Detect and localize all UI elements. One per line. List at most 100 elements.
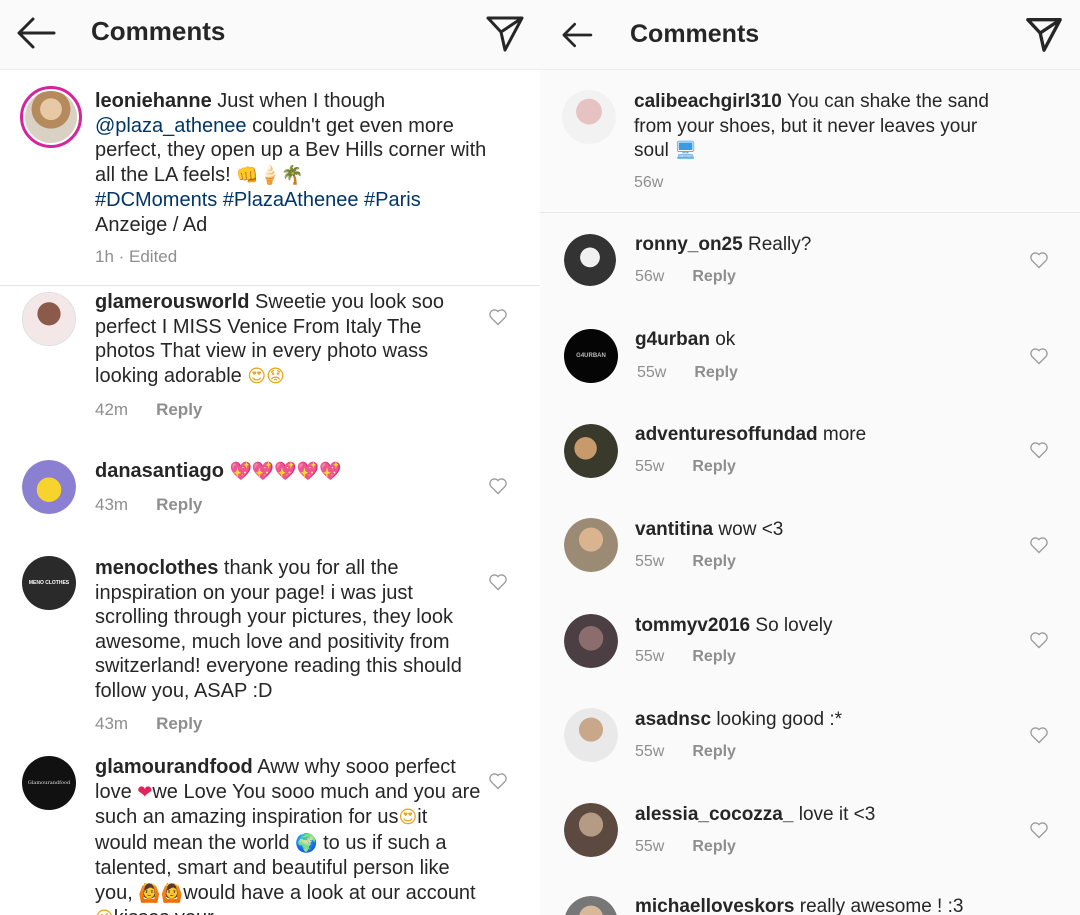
- comment-username[interactable]: adventuresoffundad: [635, 424, 818, 445]
- comment-username[interactable]: glamerousworld: [95, 291, 249, 313]
- comment-meta: 56w Reply: [635, 268, 736, 286]
- heart-outline-icon[interactable]: [1029, 535, 1049, 555]
- caption-text: leoniehanne Just when I though @plaza_at…: [95, 89, 495, 237]
- caption-meta: 56w: [634, 174, 664, 191]
- reply-button[interactable]: Reply: [692, 743, 736, 760]
- reply-button[interactable]: Reply: [156, 714, 202, 733]
- comment-meta: 55w Reply: [635, 743, 736, 761]
- avatar[interactable]: [22, 292, 76, 346]
- reply-button[interactable]: Reply: [692, 648, 736, 665]
- avatar-logo-text: Glamourandfood: [27, 780, 71, 786]
- comment-time: 55w: [635, 648, 665, 665]
- avatar[interactable]: [564, 424, 618, 478]
- avatar[interactable]: [22, 460, 76, 514]
- comment-username[interactable]: g4urban: [635, 329, 710, 350]
- comment-username[interactable]: danasantiago: [95, 460, 224, 482]
- comment-text: adventuresoffundad more: [635, 423, 1025, 448]
- avatar[interactable]: [564, 708, 618, 762]
- page-title: Comments: [630, 20, 760, 48]
- reply-button[interactable]: Reply: [692, 553, 736, 570]
- comment-username[interactable]: vantitina: [635, 519, 713, 540]
- avatar[interactable]: [564, 234, 616, 286]
- avatar[interactable]: Glamourandfood: [22, 756, 76, 810]
- caption-username[interactable]: calibeachgirl310: [634, 91, 782, 112]
- reply-button[interactable]: Reply: [692, 268, 736, 285]
- comment-time: 42m: [95, 400, 129, 419]
- heart-outline-icon[interactable]: [1029, 820, 1049, 840]
- ad-label: Anzeige / Ad: [95, 213, 208, 236]
- paper-plane-icon[interactable]: [484, 12, 526, 54]
- comment-emoji: ❤: [137, 781, 153, 803]
- reply-button[interactable]: Reply: [692, 838, 736, 855]
- left-comments-screen: Comments leoniehanne Just when I though …: [0, 0, 540, 915]
- reply-button[interactable]: Reply: [156, 400, 202, 419]
- comment-username[interactable]: asadnsc: [635, 709, 711, 730]
- heart-outline-icon[interactable]: [1029, 725, 1049, 745]
- comment-emoji: 💖💖💖💖💖: [229, 461, 342, 482]
- right-comments-screen: Comments calibeachgirl310 You can shake …: [540, 0, 1080, 915]
- comment-body: more: [822, 424, 867, 445]
- avatar[interactable]: [564, 518, 618, 572]
- caption-emoji: 🖥: [674, 140, 697, 161]
- arrow-left-icon[interactable]: [560, 20, 594, 50]
- caption-meta: 1h · Edited: [95, 247, 178, 266]
- caption-text: calibeachgirl310 You can shake the sand …: [634, 90, 1014, 164]
- avatar[interactable]: [564, 614, 618, 668]
- caption-username[interactable]: leoniehanne: [95, 90, 212, 112]
- comment-emoji: 🙆🙆: [138, 882, 184, 904]
- comment-text: glamerousworld Sweetie you look soo perf…: [95, 290, 485, 389]
- heart-outline-icon[interactable]: [488, 572, 508, 592]
- caption-mention-link[interactable]: @plaza_athenee: [95, 115, 247, 137]
- comment-time: 55w: [635, 553, 665, 570]
- avatar[interactable]: MENO CLOTHES: [22, 556, 76, 610]
- heart-outline-icon[interactable]: [1029, 346, 1049, 366]
- comment-username[interactable]: alessia_cocozza_: [635, 804, 793, 825]
- arrow-left-icon[interactable]: [14, 14, 58, 52]
- reply-button[interactable]: Reply: [156, 495, 202, 514]
- paper-plane-icon[interactable]: [1024, 14, 1064, 54]
- caption-text-part: Just when I though: [217, 90, 386, 112]
- comment-body: love it <3: [798, 804, 876, 825]
- comment-time: 55w: [635, 743, 665, 760]
- comment-body: wow <3: [718, 519, 784, 540]
- divider: [540, 212, 1080, 213]
- comment-username[interactable]: ronny_on25: [635, 234, 743, 255]
- comment-meta: 55w Reply: [635, 458, 736, 476]
- comment-text: menoclothes thank you for all the inpspi…: [95, 556, 485, 703]
- heart-outline-icon[interactable]: [1029, 630, 1049, 650]
- caption-emoji: 👊🍦🌴: [236, 164, 304, 186]
- comments-header: Comments: [540, 0, 1080, 70]
- comment-text: ronny_on25 Really?: [635, 233, 1025, 258]
- avatar[interactable]: G4URBAN: [564, 329, 618, 383]
- comment-time: 55w: [635, 458, 665, 475]
- comment-meta: 43m Reply: [95, 495, 202, 515]
- avatar[interactable]: [564, 803, 618, 857]
- avatar[interactable]: [564, 896, 618, 915]
- page-title: Comments: [91, 16, 226, 46]
- reply-button[interactable]: Reply: [692, 458, 736, 475]
- comments-header: Comments: [0, 0, 540, 70]
- heart-outline-icon[interactable]: [1029, 250, 1049, 270]
- avatar[interactable]: [20, 86, 82, 148]
- comment-username[interactable]: glamourandfood: [95, 756, 253, 778]
- comment-body: Really?: [747, 234, 812, 255]
- comment-time: 56w: [635, 268, 665, 285]
- heart-outline-icon[interactable]: [1029, 440, 1049, 460]
- comment-body: ok: [715, 329, 736, 350]
- comment-text: danasantiago 💖💖💖💖💖: [95, 459, 485, 485]
- avatar[interactable]: [562, 90, 616, 144]
- comment-meta: 55w Reply: [635, 838, 736, 856]
- comment-time: 43m: [95, 714, 129, 733]
- heart-outline-icon[interactable]: [488, 771, 508, 791]
- reply-button[interactable]: Reply: [694, 364, 738, 381]
- comment-text: glamourandfood Aww why sooo perfect love…: [95, 755, 485, 915]
- comment-username[interactable]: michaelloveskors: [635, 896, 794, 915]
- comment-body: kisses your: [114, 907, 214, 915]
- caption-hashtags[interactable]: #DCMoments #PlazaAthenee #Paris: [95, 189, 421, 211]
- heart-outline-icon[interactable]: [488, 307, 508, 327]
- comment-username[interactable]: menoclothes: [95, 557, 218, 579]
- comment-username[interactable]: tommyv2016: [635, 615, 750, 636]
- comment-meta: 55w Reply: [637, 364, 738, 382]
- heart-outline-icon[interactable]: [488, 476, 508, 496]
- avatar-logo-text: MENO CLOTHES: [28, 580, 70, 586]
